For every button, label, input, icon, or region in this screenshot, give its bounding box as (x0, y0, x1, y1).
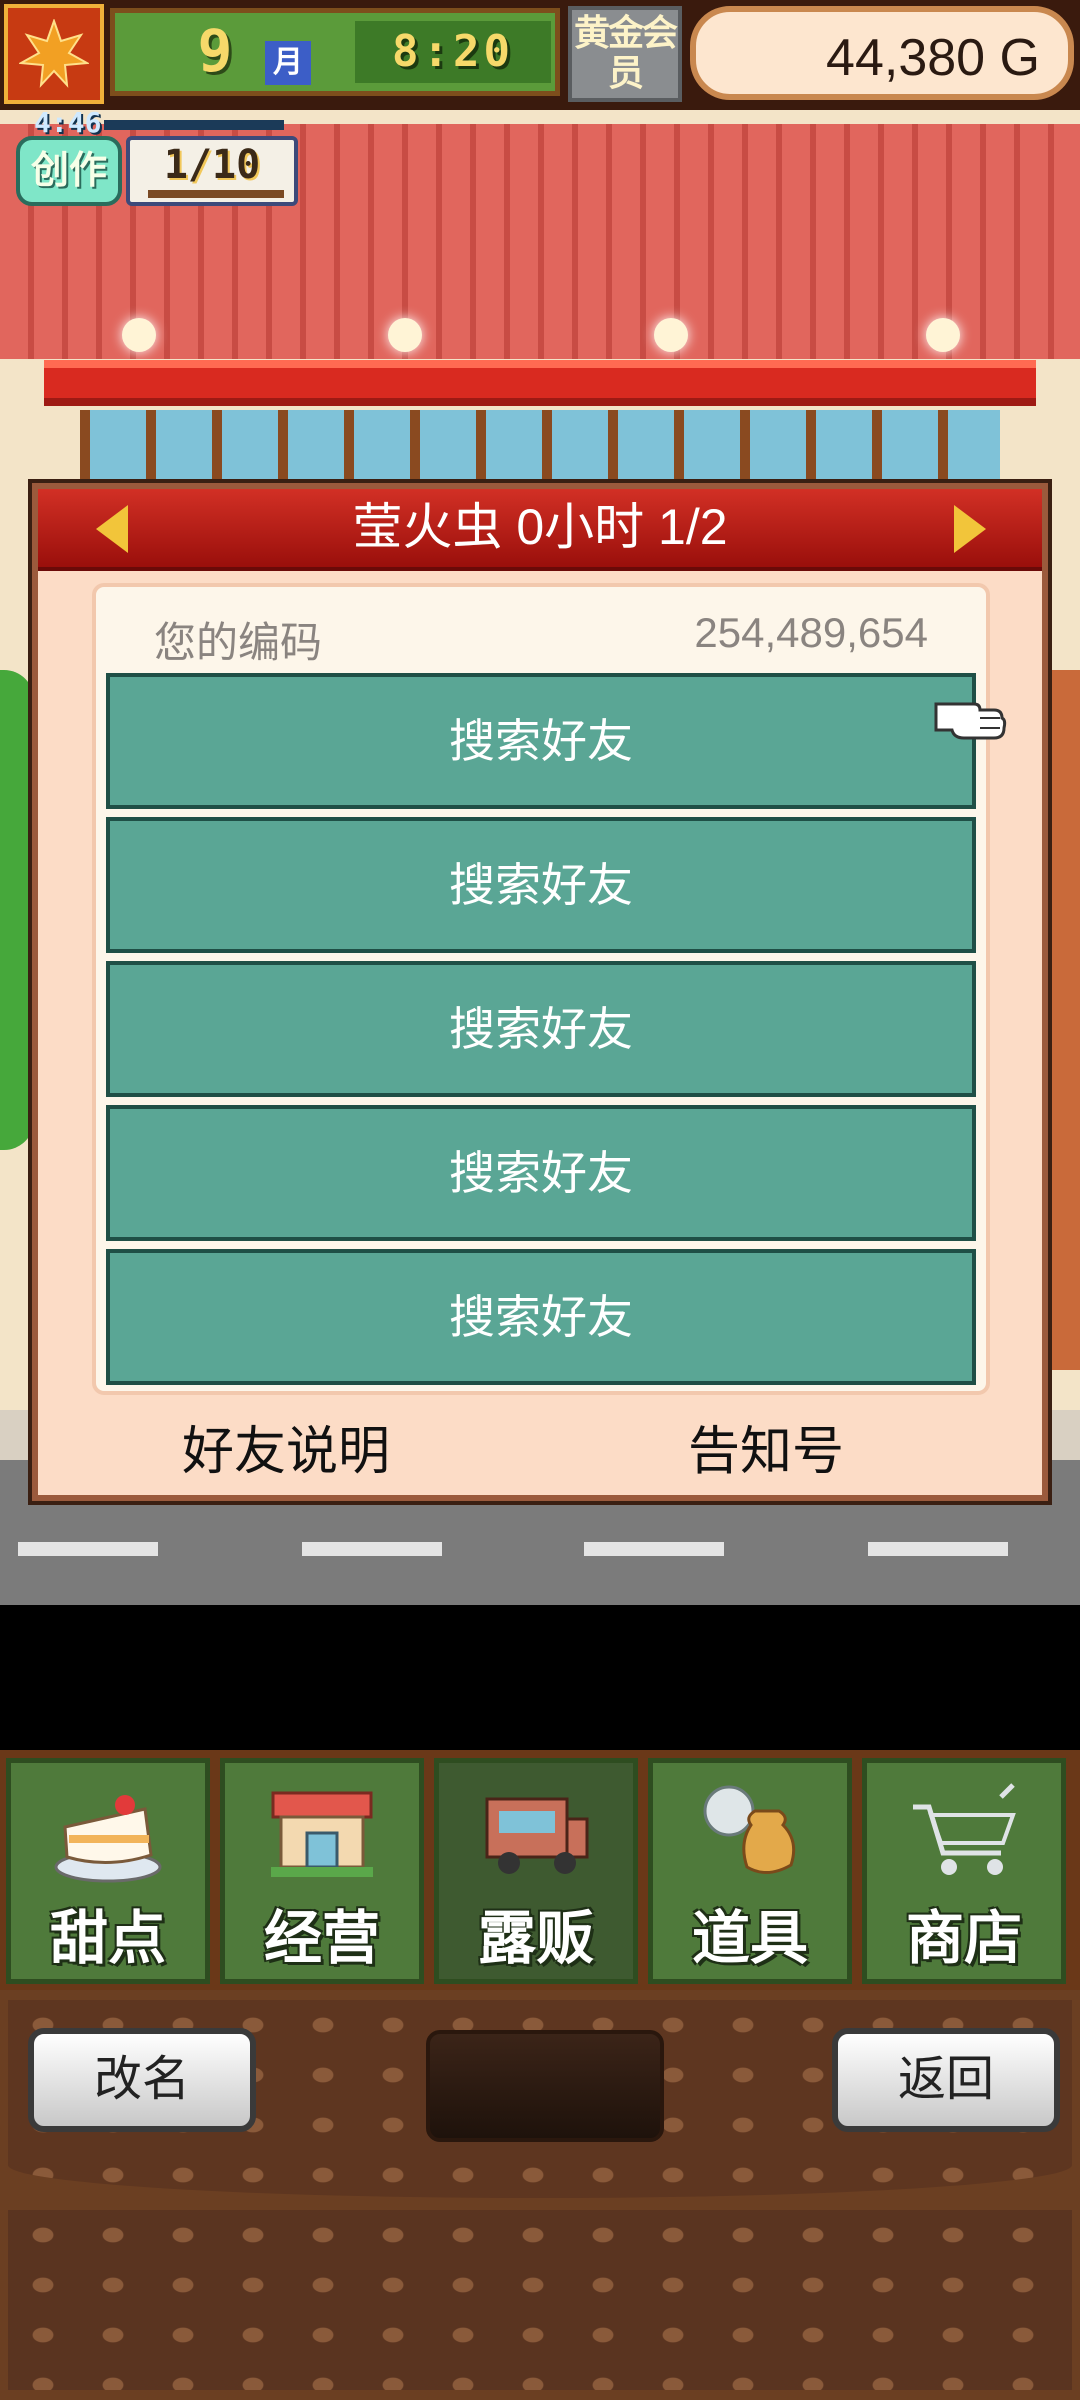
back-button[interactable]: 返回 (832, 2028, 1060, 2132)
arrow-right-icon[interactable] (954, 505, 986, 553)
shop-icon (267, 1777, 377, 1885)
shopping-cart-icon (909, 1777, 1019, 1885)
lamp-icon (926, 318, 960, 352)
food-truck-icon (481, 1777, 591, 1885)
dialog-title: 莹火虫 0小时 1/2 (352, 499, 728, 555)
tab-management[interactable]: 经营 (220, 1758, 424, 1984)
center-slot (426, 2030, 664, 2142)
item-bag-icon (695, 1777, 805, 1885)
bottom-menu: 甜点 经营 露贩 道具 商店 (0, 1750, 1080, 1990)
lane-marking (868, 1542, 1008, 1556)
money-amount: 44,380 G (826, 29, 1040, 87)
code-value: 254,489,654 (694, 609, 928, 656)
lamp-icon (654, 318, 688, 352)
lamp-icon (388, 318, 422, 352)
create-label: 创作 (16, 136, 122, 206)
tab-label: 经营 (263, 1904, 380, 1972)
lamp-icon (122, 318, 156, 352)
pointing-hand-icon (934, 690, 1008, 742)
month-label: 月 (265, 41, 311, 85)
shop-windows (80, 410, 1000, 490)
tab-label: 甜点 (49, 1904, 166, 1972)
tab-items[interactable]: 道具 (648, 1758, 852, 1984)
tab-label: 道具 (691, 1904, 808, 1972)
search-friend-button-3[interactable]: 搜索好友 (106, 961, 976, 1097)
timer-text: 4:46 (34, 110, 102, 139)
friend-explanation-button[interactable]: 好友说明 (166, 1409, 406, 1484)
wall-decoration (1048, 670, 1080, 1370)
season-leaf-icon[interactable] (4, 4, 104, 104)
create-progress-bar (148, 190, 284, 198)
dialog-header: 莹火虫 0小时 1/2 (38, 489, 1042, 571)
search-friend-button-2[interactable]: 搜索好友 (106, 817, 976, 953)
top-status-bar: 9 月 8:20 黄金会员 44,380 G (0, 0, 1080, 110)
lane-marking (584, 1542, 724, 1556)
calendar-panel: 9 月 8:20 (110, 8, 560, 96)
gold-member-badge[interactable]: 黄金会员 (568, 6, 682, 102)
create-count: 1/10 (163, 142, 261, 188)
shop-awning (44, 360, 1036, 406)
rename-button[interactable]: 改名 (28, 2028, 256, 2132)
tab-store[interactable]: 商店 (862, 1758, 1066, 1984)
search-friend-button-5[interactable]: 搜索好友 (106, 1249, 976, 1385)
month-number: 9 (197, 17, 233, 85)
tab-food-truck[interactable]: 露贩 (434, 1758, 638, 1984)
bottom-panel: 改名 返回 (0, 1990, 1080, 2400)
search-friend-button-1[interactable]: 搜索好友 (106, 673, 976, 809)
friend-list-panel: 您的编码 254,489,654 搜索好友 搜索好友 搜索好友 搜索好友 搜索好… (92, 583, 990, 1395)
create-count-box: 1/10 (126, 136, 298, 206)
lane-marking (302, 1542, 442, 1556)
creation-status[interactable]: 4:46 创作 1/10 (8, 110, 298, 210)
tab-label: 商店 (905, 1904, 1022, 1972)
panel-lower (8, 2210, 1072, 2390)
friends-dialog: 莹火虫 0小时 1/2 您的编码 254,489,654 搜索好友 搜索好友 搜… (32, 483, 1048, 1501)
money-display: 44,380 G (690, 6, 1074, 100)
notice-number-button[interactable]: 告知号 (646, 1409, 886, 1484)
tab-dessert[interactable]: 甜点 (6, 1758, 210, 1984)
panel-upper: 改名 返回 (8, 2000, 1072, 2198)
lane-marking (18, 1542, 158, 1556)
cake-icon (53, 1777, 163, 1885)
tree-decoration (0, 670, 34, 1150)
clock-time: 8:20 (355, 21, 551, 83)
timer-bar (104, 120, 284, 130)
code-label: 您的编码 (154, 619, 323, 666)
tab-label: 露贩 (477, 1904, 594, 1972)
search-friend-button-4[interactable]: 搜索好友 (106, 1105, 976, 1241)
